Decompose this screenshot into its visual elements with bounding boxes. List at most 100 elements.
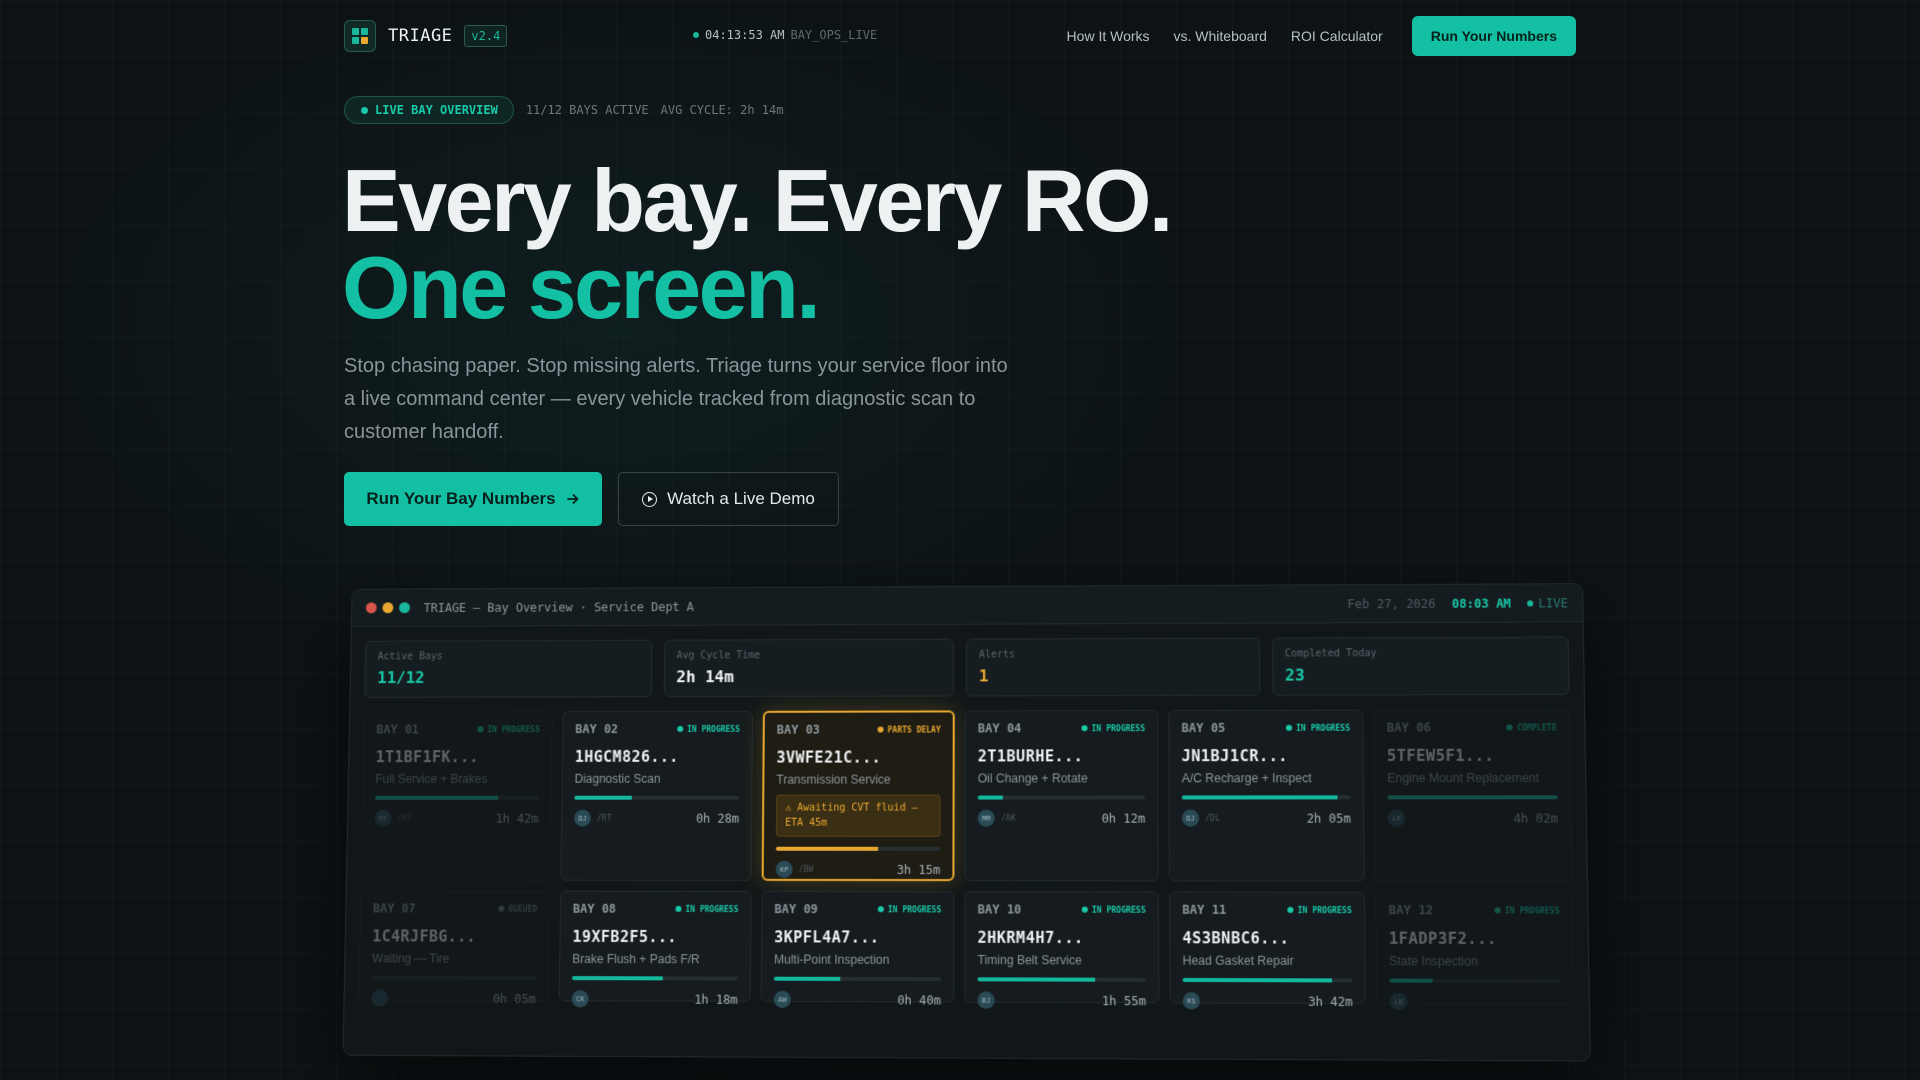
bay-vin: 1C4RJFBG... (372, 927, 477, 946)
nav-link-roi-calculator[interactable]: ROI Calculator (1291, 28, 1383, 44)
bay-number: BAY 08 (572, 901, 617, 916)
status-dot-icon (1494, 907, 1501, 914)
bay-number: BAY 12 (1388, 902, 1434, 918)
bay-card[interactable]: BAY 08 IN PROGRESS 19XFB2F5... Brake Flu… (558, 890, 752, 1008)
run-your-numbers-button[interactable]: Run Your Numbers (1411, 16, 1576, 56)
bay-status-badge: IN PROGRESS (1494, 905, 1560, 916)
status-dot-icon (1081, 906, 1088, 913)
brand-logo[interactable]: TRIAGE v2.4 (344, 20, 508, 52)
bay-progress-bar (574, 795, 740, 800)
dashboard-live-indicator: LIVE (1527, 596, 1568, 610)
watch-demo-button[interactable]: Watch a Live Demo (618, 472, 839, 526)
bay-progress-fill (571, 976, 664, 981)
bay-service: Oil Change + Rotate (977, 771, 1088, 786)
bay-card[interactable]: BAY 02 IN PROGRESS 1HGCM826... Diagnosti… (560, 710, 753, 881)
bay-number: BAY 04 (977, 721, 1022, 736)
bay-status-label: IN PROGRESS (1504, 905, 1560, 916)
dashboard-preview: TRIAGE — Bay Overview · Service Dept A F… (342, 583, 1591, 1062)
bay-card[interactable]: BAY 12 IN PROGRESS 1FADP3F2... State Ins… (1375, 891, 1575, 1011)
watch-demo-label: Watch a Live Demo (667, 489, 815, 508)
bay-technician: DJ /RT (573, 809, 611, 827)
bay-card[interactable]: BAY 09 IN PROGRESS 3KPFL4A7... Multi-Poi… (760, 890, 955, 1009)
nav-links: How It Works vs. Whiteboard ROI Calculat… (1043, 16, 1576, 56)
bay-service: Timing Belt Service (977, 952, 1082, 968)
stat-value: 2h 14m (676, 667, 734, 687)
version-badge: v2.4 (464, 25, 508, 47)
bay-vin: JN1BJ1CR... (1181, 746, 1289, 766)
bay-service: State Inspection (1389, 954, 1478, 969)
bay-elapsed-time: 3h 42m (1308, 994, 1353, 1009)
nav-link-vs-whiteboard[interactable]: vs. Whiteboard (1174, 28, 1267, 44)
bay-number: BAY 02 (575, 722, 619, 737)
bay-service: Engine Mount Replacement (1387, 770, 1540, 786)
bay-progress-bar (1181, 795, 1351, 800)
bay-progress-bar (775, 846, 941, 851)
status-dot-icon (677, 725, 684, 732)
bay-status-label: IN PROGRESS (487, 724, 540, 734)
bay-elapsed-time: 0h 40m (897, 992, 942, 1008)
stat-card: Alerts 1 (965, 637, 1260, 697)
avatar: AW (773, 990, 791, 1009)
bay-progress-fill (773, 976, 841, 981)
bay-vin: 1T1BF1FK... (375, 748, 480, 767)
bay-service: Diagnostic Scan (574, 771, 661, 786)
bay-status-badge: IN PROGRESS (677, 724, 740, 733)
bay-service: Waiting — Tire (371, 951, 450, 966)
tech-code: /DL (1205, 813, 1220, 823)
avatar: BJ (977, 991, 995, 1009)
live-clock: 04:13:53 AM BAY_OPS_LIVE (693, 28, 877, 42)
dashboard-time: 08:03 AM (1451, 596, 1511, 611)
bay-technician: DJ /DL (1181, 809, 1220, 827)
bay-number: BAY 03 (776, 722, 821, 737)
bay-elapsed-time: 3h 15m (896, 862, 941, 877)
bay-service: Head Gasket Repair (1182, 953, 1294, 969)
bay-technician: BJ (977, 991, 1000, 1009)
live-badge-label: LIVE BAY OVERVIEW (375, 103, 498, 117)
status-dot-icon (477, 726, 484, 733)
bay-card[interactable]: BAY 04 IN PROGRESS 2T1BURHE... Oil Chang… (964, 710, 1159, 882)
bay-progress-bar (977, 977, 1146, 982)
status-dot-icon (1285, 724, 1293, 731)
bay-status-badge: IN PROGRESS (477, 724, 540, 734)
bay-card[interactable]: BAY 03 PARTS DELAY 3VWFE21C... Transmiss… (761, 710, 955, 882)
bay-status-badge: IN PROGRESS (877, 905, 941, 914)
bay-vin: 3VWFE21C... (776, 748, 882, 767)
status-dot-icon (675, 905, 682, 912)
bay-vin: 3KPFL4A7... (774, 928, 880, 947)
bay-status-label: IN PROGRESS (687, 724, 740, 734)
run-bay-numbers-button[interactable]: Run Your Bay Numbers (344, 472, 602, 526)
avatar (371, 989, 389, 1007)
bay-progress-bar (371, 975, 537, 980)
bay-card[interactable]: BAY 10 IN PROGRESS 2HKRM4H7... Timing Be… (964, 891, 1160, 1009)
clock-time: 04:13:53 AM (705, 28, 785, 42)
hero-subtitle: Stop chasing paper. Stop missing alerts.… (344, 355, 1008, 443)
nav-link-how-it-works[interactable]: How It Works (1067, 28, 1150, 44)
status-dot-icon (1287, 906, 1294, 914)
avg-cycle-text: AVG CYCLE: 2h 14m (660, 103, 784, 117)
bay-progress-bar (977, 795, 1146, 800)
bay-card[interactable]: BAY 11 IN PROGRESS 4S3BNBC6... Head Gask… (1169, 891, 1367, 1010)
play-icon (642, 491, 658, 507)
brand-name: TRIAGE (388, 26, 453, 46)
bay-service: Full Service + Brakes (375, 771, 488, 786)
bay-card[interactable]: BAY 07 QUEUED 1C4RJFBG... Waiting — Tire… (358, 890, 551, 1007)
bay-vin: 2HKRM4H7... (977, 928, 1084, 948)
bay-elapsed-time: 1h 55m (1101, 993, 1147, 1008)
bay-card[interactable]: BAY 06 COMPLETE 5TFEW5F1... Engine Mount… (1373, 709, 1573, 882)
bay-elapsed-time: 0h 28m (695, 811, 740, 826)
close-dot-icon (365, 602, 377, 614)
bay-status-label: IN PROGRESS (1091, 905, 1146, 915)
bay-progress-bar (374, 795, 539, 800)
bay-status-label: IN PROGRESS (1296, 723, 1351, 733)
bay-grid: BAY 01 IN PROGRESS 1T1BF1FK... Full Serv… (344, 695, 1589, 1019)
bay-elapsed-time: 2h 05m (1306, 811, 1351, 826)
bay-progress-fill (1387, 795, 1558, 800)
bay-card[interactable]: BAY 05 IN PROGRESS JN1BJ1CR... A/C Recha… (1168, 709, 1365, 882)
run-bay-numbers-label: Run Your Bay Numbers (366, 489, 556, 508)
bay-progress-bar (1389, 978, 1561, 984)
bay-number: BAY 09 (774, 902, 818, 917)
bay-progress-fill (1182, 977, 1333, 983)
bay-card[interactable]: BAY 01 IN PROGRESS 1T1BF1FK... Full Serv… (360, 711, 553, 881)
avatar: DJ (1181, 809, 1200, 827)
avatar: LR (1387, 809, 1406, 827)
